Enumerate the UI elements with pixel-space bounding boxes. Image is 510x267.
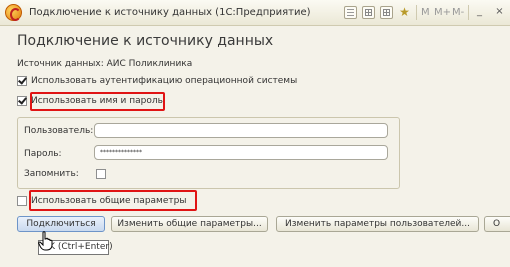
form-heading: Подключение к источнику данных <box>17 33 274 49</box>
login-password-checkbox[interactable] <box>17 96 27 106</box>
connect-button[interactable]: Подключиться <box>17 216 105 232</box>
favorite-star-icon[interactable]: ★ <box>398 6 411 19</box>
os-auth-checkbox[interactable] <box>17 76 27 86</box>
memory-minus-button[interactable]: M- <box>452 7 464 18</box>
user-input[interactable] <box>94 123 388 138</box>
close-button[interactable]: × <box>492 5 507 19</box>
calculator-icon[interactable] <box>362 6 375 19</box>
os-auth-label: Использовать аутентификацию операционной… <box>31 76 298 86</box>
document-icon[interactable] <box>344 6 357 19</box>
mouse-cursor-icon <box>38 231 53 251</box>
title-bar: Подключение к источнику данных (1С:Предп… <box>0 0 510 26</box>
password-input[interactable]: ************** <box>94 145 388 160</box>
highlight-box <box>30 92 165 111</box>
remember-label: Запомнить: <box>24 169 79 179</box>
calendar-icon[interactable] <box>380 6 393 19</box>
os-auth-checkbox-row[interactable]: Использовать аутентификацию операционной… <box>17 76 297 86</box>
password-label: Пароль: <box>24 149 62 159</box>
highlight-box <box>29 190 197 211</box>
minimize-button[interactable]: _ <box>472 5 487 19</box>
memory-plus-button[interactable]: M+ <box>434 7 451 18</box>
user-label: Пользователь: <box>24 126 94 136</box>
memory-button[interactable]: M <box>421 7 430 18</box>
1c-logo-icon[interactable] <box>5 4 22 21</box>
data-source-label: Источник данных: АИС Поликлиника <box>17 59 193 69</box>
remember-checkbox-row[interactable] <box>96 169 110 179</box>
toolbar-divider <box>416 5 417 20</box>
change-common-params-button[interactable]: Изменить общие параметры... <box>111 216 268 232</box>
cut-off-button[interactable]: О <box>484 216 510 232</box>
remember-checkbox[interactable] <box>96 169 106 179</box>
toolbar-divider <box>468 5 469 20</box>
common-params-checkbox[interactable] <box>17 196 27 206</box>
change-user-params-button[interactable]: Изменить параметры пользователей... <box>276 216 479 232</box>
window-title: Подключение к источнику данных (1С:Предп… <box>29 7 311 18</box>
